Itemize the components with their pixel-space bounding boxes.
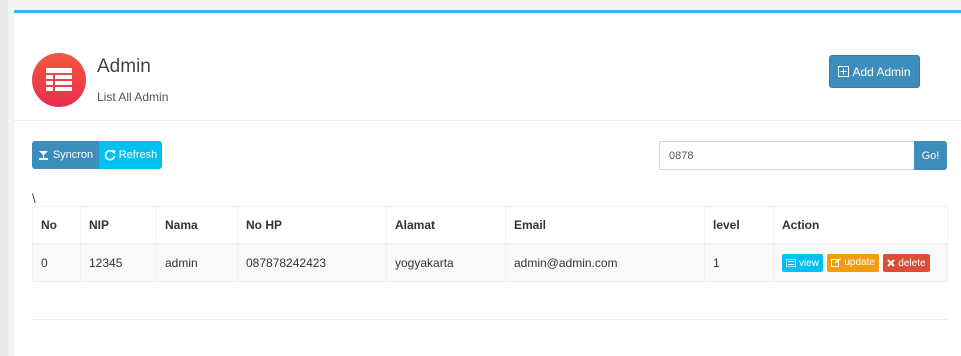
cell-nama: admin	[156, 243, 238, 282]
cell-email: admin@admin.com	[505, 243, 705, 282]
col-email: Email	[505, 206, 705, 245]
table-header-row: No NIP Nama No HP Alamat Email level Act…	[32, 206, 948, 245]
syncron-button[interactable]: Syncron	[32, 141, 99, 169]
update-button[interactable]: update	[827, 253, 879, 272]
page-subtitle: List All Admin	[97, 90, 169, 104]
refresh-label: Refresh	[118, 149, 158, 161]
col-nip: NIP	[80, 206, 157, 245]
refresh-icon	[104, 149, 116, 161]
cell-actions: view update delete	[773, 243, 948, 282]
view-label: view	[799, 257, 820, 269]
syncron-label: Syncron	[52, 149, 94, 161]
sync-icon	[38, 150, 48, 160]
panel-header: Admin List All Admin Add Admin	[14, 13, 961, 121]
cell-alamat: yogyakarta	[386, 243, 506, 282]
col-no-hp: No HP	[237, 206, 387, 245]
admin-panel: Admin List All Admin Add Admin Syncron R…	[14, 10, 961, 356]
col-alamat: Alamat	[386, 206, 506, 245]
table-list-icon	[32, 53, 86, 107]
col-nama: Nama	[156, 206, 238, 245]
page-title: Admin	[97, 56, 151, 77]
go-button[interactable]: Go!	[914, 141, 947, 170]
plus-square-icon	[838, 66, 850, 77]
list-icon	[786, 259, 796, 267]
delete-button[interactable]: delete	[883, 254, 930, 272]
cell-nip: 12345	[80, 243, 157, 282]
delete-label: delete	[898, 257, 926, 269]
edit-icon	[831, 258, 842, 267]
admin-table: No NIP Nama No HP Alamat Email level Act…	[32, 206, 948, 282]
update-label: update	[844, 257, 875, 268]
col-action: Action	[773, 206, 948, 245]
cell-no-hp: 087878242423	[237, 243, 387, 282]
cell-no: 0	[32, 243, 81, 282]
table-row: 0 12345 admin 087878242423 yogyakarta ad…	[32, 243, 948, 282]
cell-level: 1	[704, 243, 774, 282]
add-admin-label: Add Admin	[852, 64, 911, 79]
col-level: level	[704, 206, 774, 245]
stray-text: \	[32, 191, 36, 206]
search-input[interactable]	[659, 141, 914, 170]
left-gutter	[0, 0, 8, 356]
add-admin-button[interactable]: Add Admin	[829, 55, 920, 88]
view-button[interactable]: view	[782, 254, 824, 272]
close-icon	[887, 259, 896, 267]
divider	[32, 319, 948, 320]
col-no: No	[32, 206, 81, 245]
refresh-button[interactable]: Refresh	[99, 141, 162, 169]
